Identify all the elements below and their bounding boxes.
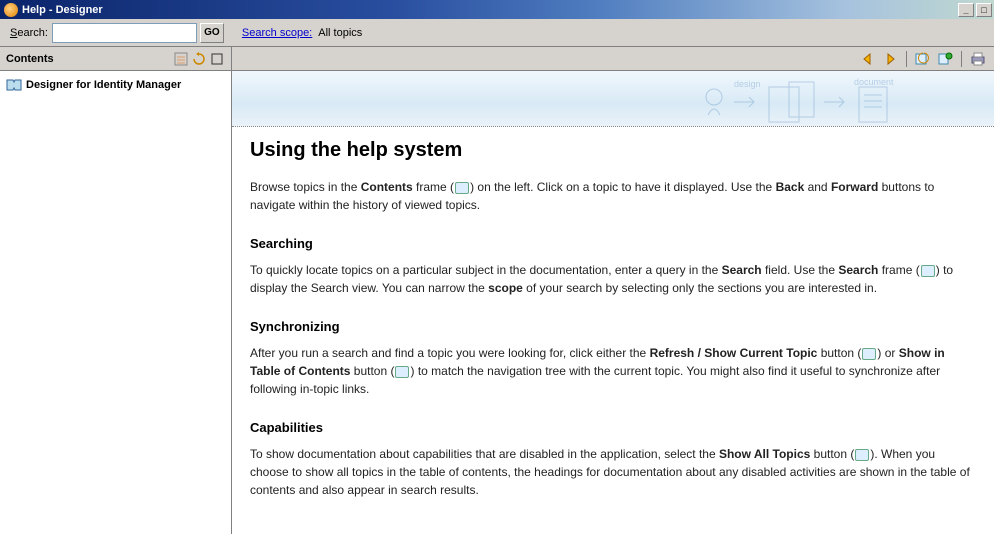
tree-root-item[interactable]: Designer for Identity Manager [4, 77, 227, 93]
back-button[interactable] [860, 51, 876, 67]
refresh-topic-icon [862, 348, 876, 360]
maximize-button[interactable]: □ [976, 3, 992, 17]
bookmark-icon[interactable] [937, 51, 953, 67]
banner-graphic: design document [694, 77, 974, 127]
document-toolbar [232, 47, 994, 71]
synchronizing-heading: Synchronizing [250, 319, 976, 334]
search-label: Search: [10, 27, 48, 39]
tree-root-label: Designer for Identity Manager [26, 79, 181, 91]
print-icon[interactable] [970, 51, 986, 67]
show-in-toc-icon[interactable] [915, 51, 931, 67]
searching-heading: Searching [250, 236, 976, 251]
document-content[interactable]: Using the help system Browse topics in t… [232, 127, 994, 534]
book-icon [6, 79, 22, 91]
contents-icon [455, 182, 469, 194]
capabilities-paragraph: To show documentation about capabilities… [250, 445, 976, 499]
searching-paragraph: To quickly locate topics on a particular… [250, 261, 976, 297]
banner-label-document: document [854, 77, 894, 87]
search-scope-value: All topics [318, 27, 362, 39]
show-toc-inline-icon [395, 366, 409, 378]
contents-tree[interactable]: Designer for Identity Manager [0, 71, 231, 534]
contents-title: Contents [6, 53, 54, 65]
search-toolbar: Search: GO Search scope: All topics [0, 19, 994, 47]
synchronizing-paragraph: After you run a search and find a topic … [250, 344, 976, 398]
maximize-panel-icon[interactable] [209, 51, 225, 67]
go-button[interactable]: GO [200, 23, 224, 43]
intro-paragraph: Browse topics in the Contents frame () o… [250, 178, 976, 214]
document-panel: design document Using the help system Br… [232, 47, 994, 534]
contents-header: Contents [0, 47, 231, 71]
search-input[interactable] [52, 23, 197, 43]
minimize-button[interactable]: _ [958, 3, 974, 17]
refresh-icon[interactable] [191, 51, 207, 67]
window-titlebar: Help - Designer _ □ [0, 0, 994, 19]
search-view-icon [921, 265, 935, 277]
show-all-inline-icon [855, 449, 869, 461]
show-all-topics-icon[interactable] [173, 51, 189, 67]
search-scope-link[interactable]: Search scope: [242, 27, 312, 39]
page-title: Using the help system [250, 139, 976, 162]
banner-label-design: design [734, 79, 761, 89]
main-area: Contents Designer for Identity Manager [0, 47, 994, 534]
capabilities-heading: Capabilities [250, 420, 976, 435]
forward-button[interactable] [882, 51, 898, 67]
app-icon [4, 3, 18, 17]
contents-panel: Contents Designer for Identity Manager [0, 47, 232, 534]
window-title: Help - Designer [22, 4, 958, 16]
document-banner: design document [232, 71, 994, 127]
window-controls: _ □ [958, 3, 992, 17]
